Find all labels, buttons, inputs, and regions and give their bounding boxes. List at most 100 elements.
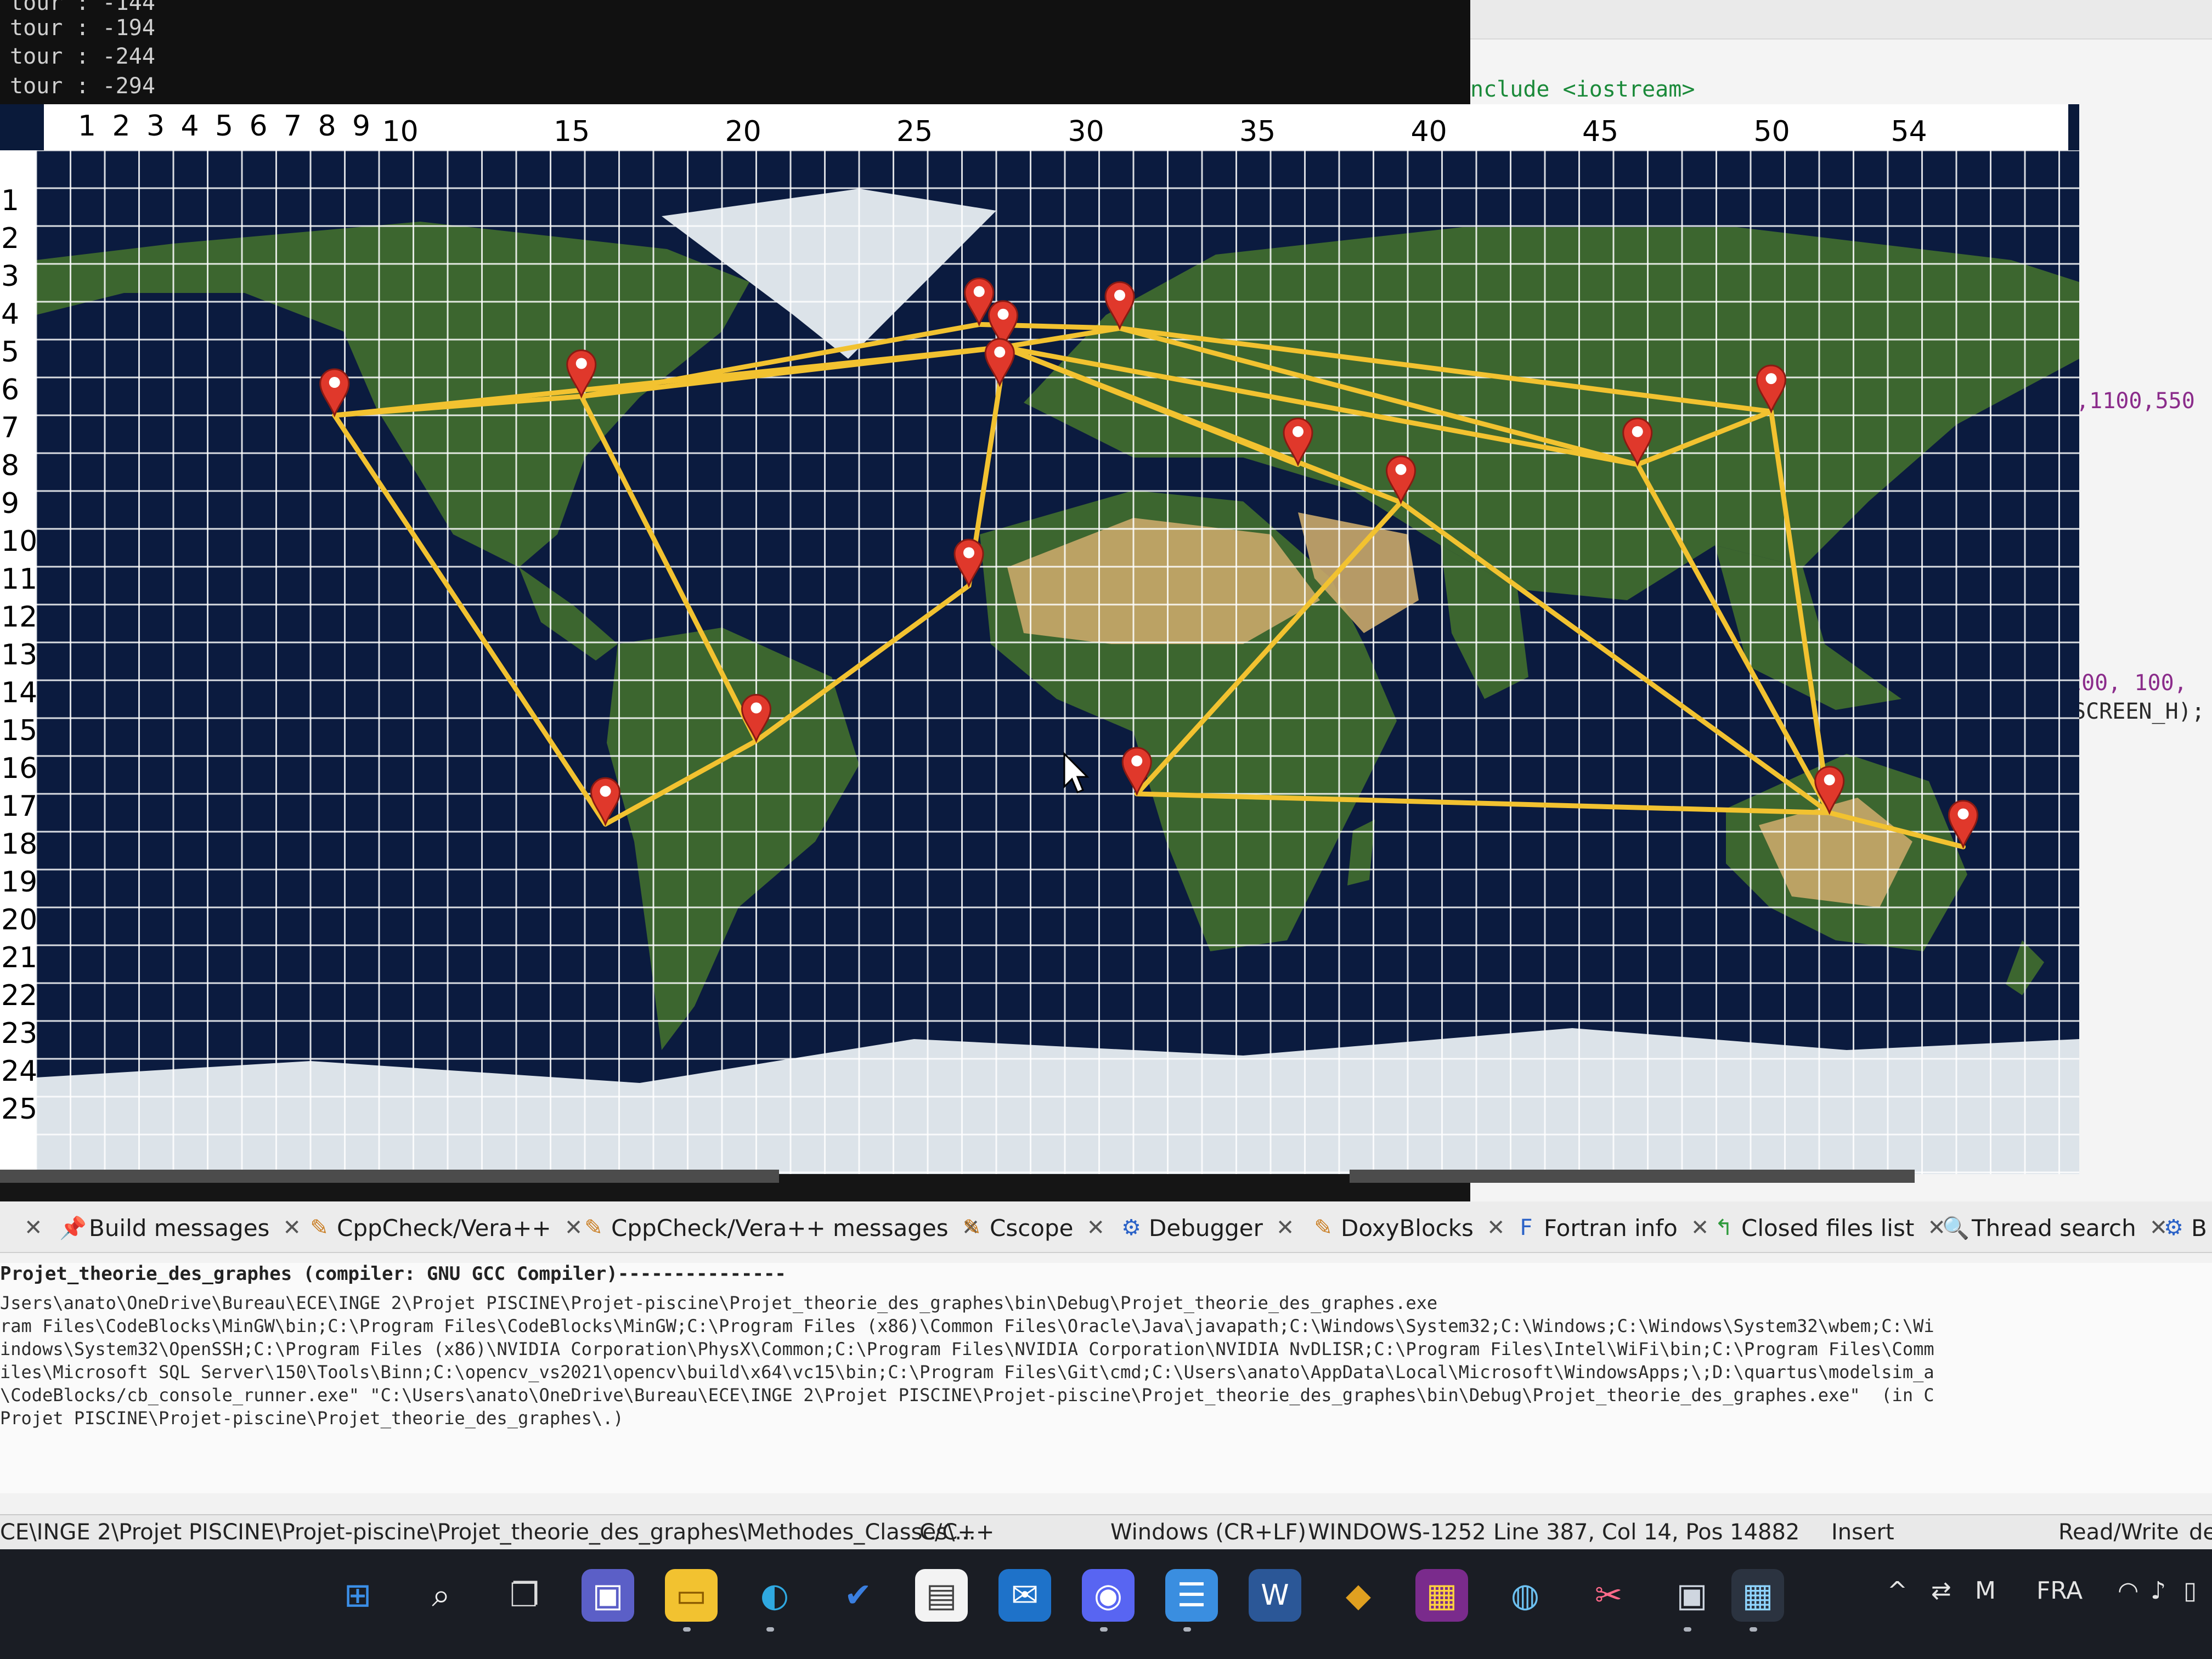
snipping-tool-icon[interactable]: ✂ (1582, 1569, 1635, 1622)
tab-label: CppCheck/Vera++ (337, 1214, 551, 1242)
world-map[interactable] (36, 150, 2079, 1174)
paint-icon[interactable]: ◍ (1499, 1569, 1551, 1622)
tab-cscope[interactable]: ✎ Cscope ✕ (960, 1214, 1105, 1242)
todo-icon[interactable]: ✔ (832, 1569, 884, 1622)
tab-cppcheck[interactable]: ✎ CppCheck/Vera++ ✕ (307, 1214, 583, 1242)
file-explorer-icon[interactable]: ▭ (665, 1569, 718, 1622)
graph-map-window[interactable]: 1 2 3 4 5 6 7 8 9 10 15 20 25 30 35 40 45 50 54 1234567891… (0, 104, 2079, 1174)
row-number: 18 (1, 828, 38, 861)
row-number: 1 (1, 184, 20, 217)
tab-label: Fortran info (1544, 1214, 1678, 1242)
pin-dot (963, 547, 974, 558)
word-icon[interactable]: W (1249, 1569, 1301, 1622)
tab-label: Closed files list (1741, 1214, 1915, 1242)
pin-dot (600, 786, 611, 797)
close-icon[interactable]: ✕ (1691, 1215, 1709, 1240)
log-line: indows\System32\OpenSSH;C:\Program Files… (0, 1339, 1934, 1359)
row-number: 23 (1, 1017, 38, 1050)
column-number: 30 (1068, 115, 1104, 148)
pin-dot (1957, 808, 1969, 820)
tab-closed-files-list[interactable]: ↰ Closed files list ✕ (1712, 1214, 1946, 1242)
pin-dot (1293, 426, 1304, 437)
teams-chat-icon[interactable]: ▣ (582, 1569, 634, 1622)
app-window-icon[interactable]: ▣ (1666, 1569, 1718, 1622)
pin-dot (1632, 426, 1643, 437)
close-icon[interactable]: ✕ (1276, 1215, 1295, 1240)
close-icon[interactable]: ✕ (283, 1215, 301, 1240)
mail-icon[interactable]: ✉ (998, 1569, 1051, 1622)
row-ruler: 1 2 3 4 5 6 7 8 9 10 11 12 13 14 15 16 17 18 19 20 21 22 23 24 2… (0, 150, 38, 1174)
pencil-icon: ✎ (584, 1215, 603, 1240)
git-icon[interactable]: ◆ (1332, 1569, 1385, 1622)
row-number: 5 (1, 336, 20, 369)
battery-icon[interactable]: ▯ (2183, 1577, 2197, 1605)
status-bar: CE\INGE 2\Projet PISCINE\Projet-piscine\… (0, 1514, 2212, 1550)
close-icon[interactable]: ✕ (1487, 1215, 1505, 1240)
editor-tab-strip (1470, 0, 2212, 40)
close-icon[interactable]: ✕ (565, 1215, 583, 1240)
tab-label: DoxyBlocks (1341, 1214, 1474, 1242)
close-icon[interactable]: ✕ (24, 1215, 43, 1240)
tab-doxyblocks[interactable]: ✎ DoxyBlocks ✕ (1311, 1214, 1505, 1242)
pin-icon: 📌 (59, 1215, 87, 1241)
horizontal-scrollbar-right[interactable] (1350, 1170, 1915, 1183)
build-log[interactable]: Projet_theorie_des_graphes (compiler: GN… (0, 1263, 2212, 1493)
speaker-icon[interactable]: ♪ (2151, 1577, 2166, 1605)
horizontal-scrollbar-left[interactable] (0, 1170, 779, 1183)
windows-start-icon[interactable]: ⊞ (331, 1569, 384, 1622)
column-number: 50 (1753, 115, 1790, 148)
task-view-icon[interactable]: ❐ (498, 1569, 551, 1622)
log-line: \CodeBlocks/cb_console_runner.exe" "C:\U… (0, 1385, 1934, 1406)
row-number: 3 (1, 260, 20, 293)
row-number: 6 (1, 374, 20, 407)
edge-icon[interactable]: ◐ (748, 1569, 801, 1622)
notepad-icon[interactable]: ☰ (1165, 1569, 1218, 1622)
tab-build-messages[interactable]: 📌 Build messages ✕ (59, 1214, 301, 1242)
row-number: 17 (1, 790, 38, 823)
pin-dot (1131, 755, 1143, 766)
column-number: 5 (215, 110, 234, 143)
row-number: 8 (1, 449, 20, 482)
network-sync-icon[interactable]: ⇄ (1931, 1577, 1951, 1605)
row-number: 20 (1, 904, 38, 936)
row-number: 19 (1, 866, 38, 899)
logs-panel: ✕ 📌 Build messages ✕ ✎ CppCheck/Vera++ ✕… (0, 1201, 2212, 1520)
row-number: 16 (1, 752, 38, 785)
winrar-icon[interactable]: ▦ (1415, 1569, 1468, 1622)
graph-canvas[interactable] (36, 150, 2079, 1174)
chevron-up-icon[interactable]: ^ (1887, 1577, 1908, 1605)
running-indicator (1100, 1627, 1108, 1632)
pencil-icon: ✎ (963, 1215, 981, 1240)
column-number: 3 (146, 110, 165, 143)
discord-icon[interactable]: ◉ (1082, 1569, 1135, 1622)
logs-tab-bar: ✕ 📌 Build messages ✕ ✎ CppCheck/Vera++ ✕… (0, 1201, 2212, 1253)
tab-debugger[interactable]: ⚙ Debugger ✕ (1119, 1214, 1294, 1242)
status-insert-mode: Insert (1831, 1520, 1894, 1545)
log-line: Projet_theorie_des_graphes (compiler: GN… (0, 1263, 786, 1285)
mail-tray-icon[interactable]: M (1975, 1577, 1996, 1605)
tab-partial[interactable]: ⚙ B (2162, 1214, 2207, 1242)
running-indicator (1750, 1627, 1757, 1632)
running-indicator (683, 1627, 691, 1632)
status-file-path: CE\INGE 2\Projet PISCINE\Projet-piscine\… (0, 1520, 976, 1545)
gear-icon: ⚙ (2164, 1215, 2183, 1240)
tab-cppcheck-messages[interactable]: ✎ CppCheck/Vera++ messages ✕ (582, 1214, 980, 1242)
column-number: 1 (78, 110, 97, 143)
column-number: 20 (725, 115, 761, 148)
wifi-icon[interactable]: ◠ (2118, 1577, 2138, 1605)
running-indicator (766, 1627, 774, 1632)
column-number: 4 (180, 110, 199, 143)
tab-thread-search[interactable]: 🔍 Thread search ✕ (1942, 1214, 2168, 1242)
arrow-icon: ↰ (1714, 1215, 1733, 1240)
column-number: 10 (382, 115, 419, 148)
column-number: 25 (896, 115, 933, 148)
console-line: tour : -144 (10, 0, 155, 15)
search-icon[interactable]: ⌕ (415, 1569, 467, 1622)
close-icon[interactable]: ✕ (1087, 1215, 1105, 1240)
language-indicator[interactable]: FRA (2036, 1577, 2083, 1605)
tab-fortran-info[interactable]: F Fortran info ✕ (1514, 1214, 1709, 1242)
include-line: nclude <iostream> (1470, 77, 1695, 102)
tab-close-partial[interactable]: ✕ (11, 1214, 43, 1242)
store-icon[interactable]: ▤ (915, 1569, 968, 1622)
codeblocks-icon[interactable]: ▦ (1731, 1569, 1784, 1622)
